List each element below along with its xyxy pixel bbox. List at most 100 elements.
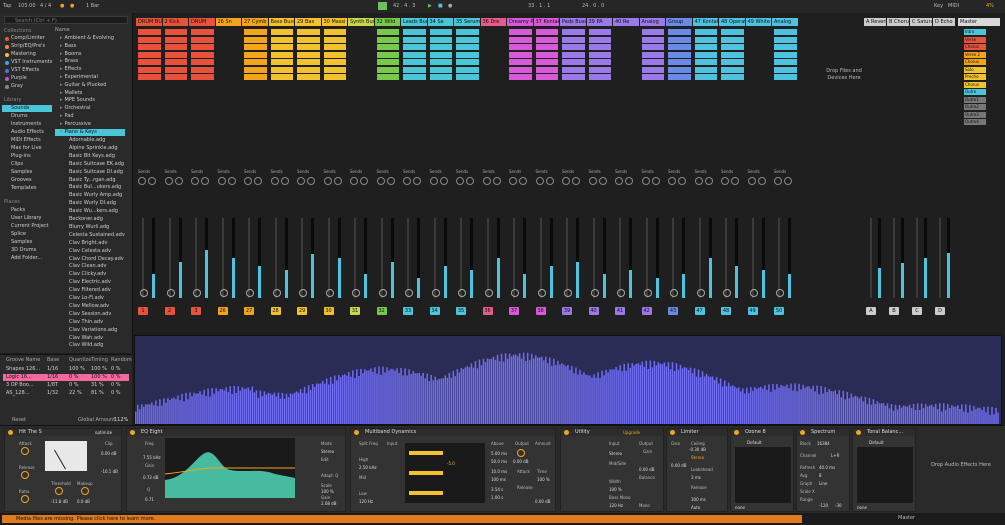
library-item[interactable]: Clips	[2, 161, 52, 168]
clip-slot[interactable]	[694, 51, 717, 58]
clip-slot[interactable]	[138, 66, 161, 73]
track-activator[interactable]: 38	[535, 307, 546, 315]
device-utility[interactable]: Utility Upgrade Input Output Stereo Mid/…	[560, 428, 664, 512]
midi-map-button[interactable]: MIDI	[948, 3, 959, 9]
category-folder[interactable]: ▸ Booms	[55, 51, 125, 58]
clip-slot[interactable]	[191, 44, 214, 50]
pan-knob[interactable]	[749, 289, 758, 297]
track-header[interactable]: DRUM BU	[136, 18, 162, 26]
send-b-knob[interactable]	[598, 177, 607, 185]
avg-value[interactable]: 8	[819, 473, 822, 478]
category-folder[interactable]: ▸ Brass	[55, 58, 125, 65]
pan-knob[interactable]	[564, 289, 572, 297]
tempo-field[interactable]: 105.00	[18, 3, 36, 9]
metronome-icon-2[interactable]: ●	[70, 3, 74, 9]
refresh-value[interactable]: 40.0 ms	[819, 465, 835, 470]
send-a-knob[interactable]	[350, 177, 358, 185]
pan-knob[interactable]	[511, 289, 519, 297]
loop-start-field[interactable]: 33 . 1 . 1	[528, 3, 550, 9]
pan-knob[interactable]	[484, 289, 493, 297]
library-item[interactable]: MIDI Effects	[2, 137, 52, 144]
clip-slot[interactable]	[774, 74, 797, 80]
clip-value[interactable]: 0.00 dB	[101, 451, 116, 456]
device-ozone-8[interactable]: Ozone 8 Default none	[730, 428, 794, 512]
scene-launch[interactable]: Outro2	[964, 104, 986, 110]
scene-launch[interactable]: Precho	[964, 74, 986, 80]
preset-file[interactable]: Clav Variations.adg	[55, 327, 125, 334]
track-header[interactable]: 37 Kontak	[533, 18, 559, 26]
clip-slot[interactable]	[721, 74, 744, 80]
places-item[interactable]: Current Project	[2, 223, 52, 230]
clip-slot[interactable]	[164, 51, 187, 58]
groove-row[interactable]: Shapes 126... 1/16 100 % 100 % 0 %	[3, 366, 129, 373]
clip-slot[interactable]	[774, 44, 797, 50]
send-a-knob[interactable]	[615, 177, 623, 185]
pan-knob[interactable]	[405, 289, 413, 297]
preset-file[interactable]: Beckoner.adg	[55, 216, 125, 223]
places-item[interactable]: Add Folder...	[2, 255, 52, 262]
track-activator[interactable]: 30	[323, 307, 334, 315]
preset-file[interactable]: Clav Chord Decay.adv	[55, 256, 125, 263]
power-icon[interactable]	[734, 430, 739, 435]
clip-slot[interactable]	[323, 36, 346, 43]
scene-launch[interactable]: Verse	[964, 36, 986, 43]
track-activator[interactable]: 36	[482, 307, 493, 315]
send-b-knob[interactable]	[492, 177, 501, 185]
send-b-knob[interactable]	[201, 177, 209, 185]
preset-file[interactable]: Clav Celesta.adv	[55, 248, 125, 255]
library-item[interactable]: Instruments	[2, 121, 52, 128]
gain-value[interactable]: 0.00 dB	[671, 463, 686, 468]
preset-file[interactable]: Clav Mellow.adv	[55, 303, 125, 310]
clip-slot[interactable]	[191, 66, 214, 73]
clip-slot[interactable]	[694, 44, 717, 50]
track-activator[interactable]: 3	[191, 307, 201, 315]
send-b-knob[interactable]	[148, 177, 156, 185]
send-b-knob[interactable]	[333, 177, 342, 185]
range-hi-value[interactable]: -30	[835, 503, 842, 508]
output-value[interactable]: 0.00 dB	[513, 459, 528, 464]
track-header[interactable]: Dreamy P	[507, 18, 533, 26]
lookahead-value[interactable]: 3 ms	[691, 475, 701, 480]
clip-slot[interactable]	[138, 74, 161, 80]
ceiling-value[interactable]: -0.30 dB	[689, 447, 706, 452]
clip-slot[interactable]	[694, 74, 717, 80]
send-a-knob[interactable]	[721, 177, 729, 185]
pan-knob[interactable]	[166, 289, 175, 297]
send-a-knob[interactable]	[774, 177, 782, 185]
preset-file[interactable]: Celesta Sustained.adv	[55, 232, 125, 239]
track-activator[interactable]: 37	[509, 307, 519, 315]
preset-file[interactable]: Basic Bit Keys.adg	[55, 153, 125, 160]
mb-val-3[interactable]: 100 ms	[491, 477, 506, 482]
send-a-knob[interactable]	[562, 177, 570, 185]
adapt-q-label[interactable]: Adapt. Q	[321, 473, 338, 478]
volume-fader[interactable]	[221, 218, 224, 298]
send-a-knob[interactable]	[509, 177, 517, 185]
clip-slot[interactable]	[376, 29, 399, 35]
clip-slot[interactable]	[588, 36, 611, 43]
clip-slot[interactable]	[164, 66, 187, 73]
stereo-button[interactable]: Stereo	[691, 455, 704, 460]
clip-slot[interactable]	[138, 51, 161, 58]
track-activator[interactable]: 34	[429, 307, 440, 315]
scene-launch[interactable]: Chorus	[964, 81, 986, 88]
clip-slot[interactable]	[270, 44, 293, 50]
return-track-header[interactable]: D Echo	[933, 18, 955, 26]
track-header[interactable]: 47 Kontakt	[692, 18, 718, 26]
send-b-knob[interactable]	[413, 177, 421, 185]
send-a-knob[interactable]	[164, 177, 173, 185]
clip-slot[interactable]	[456, 51, 479, 58]
clip-slot[interactable]	[164, 74, 187, 80]
send-b-knob[interactable]	[360, 177, 368, 185]
track-activator[interactable]: 33	[403, 307, 413, 315]
preset-file[interactable]: Basic Suitcase DI.adg	[55, 169, 125, 176]
send-b-knob[interactable]	[254, 177, 262, 185]
clip-slot[interactable]	[270, 59, 293, 65]
track-activator[interactable]: 27	[244, 307, 254, 315]
amount-value[interactable]: 0.00 dB	[535, 499, 550, 504]
clip-slot[interactable]	[429, 66, 452, 73]
pan-knob[interactable]	[696, 289, 705, 297]
arrangement-record-icon[interactable]	[378, 2, 387, 10]
clip-slot[interactable]	[429, 74, 452, 80]
loop-length-field[interactable]: 24 . 0 . 0	[582, 3, 604, 9]
device-tonal-balance[interactable]: Tonal Balanc... Default none	[852, 428, 916, 512]
